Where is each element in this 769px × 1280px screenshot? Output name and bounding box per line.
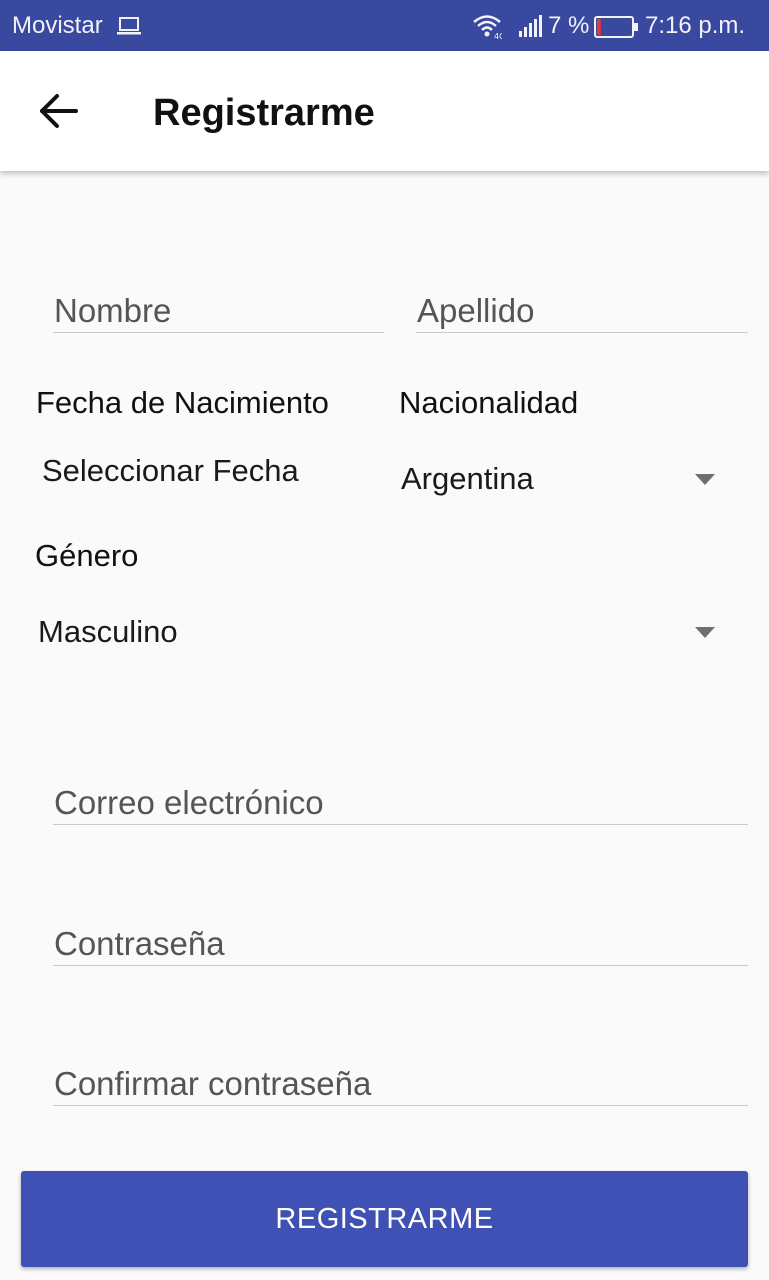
app-bar: Registrarme [0,51,769,171]
last-name-field[interactable]: Apellido [416,288,748,333]
battery-percent: 7 % [548,12,590,39]
nationality-label: Nacionalidad [399,385,579,420]
first-name-placeholder: Nombre [54,292,172,329]
first-name-field[interactable]: Nombre [53,288,384,333]
last-name-placeholder: Apellido [417,292,535,329]
chevron-down-icon [695,474,715,485]
select-date-button[interactable]: Seleccionar Fecha [42,452,299,490]
gender-dropdown[interactable]: Masculino [36,607,730,657]
laptop-icon [117,17,141,35]
password-field[interactable]: Contraseña [53,921,748,966]
gender-selected: Masculino [38,614,178,649]
clock: 7:16 p.m. [645,12,746,39]
svg-text:4G: 4G [494,32,502,39]
nationality-dropdown[interactable]: Argentina [400,455,730,505]
battery-icon [594,16,638,38]
password-placeholder: Contraseña [54,925,225,962]
confirm-password-placeholder: Confirmar contraseña [54,1065,372,1102]
signal-icon [519,15,542,37]
birth-date-label: Fecha de Nacimiento [36,385,329,420]
arrow-left-icon[interactable] [38,92,80,130]
email-field[interactable]: Correo electrónico [53,780,748,825]
status-bar: Movistar 4G 7 % 7:16 p.m. [0,0,769,51]
chevron-down-icon [695,627,715,638]
nationality-selected: Argentina [401,461,534,496]
gender-label: Género [35,538,139,573]
wifi-icon: 4G [473,15,502,39]
carrier-name: Movistar [12,12,103,39]
email-placeholder: Correo electrónico [54,784,324,821]
confirm-password-field[interactable]: Confirmar contraseña [53,1061,748,1106]
register-button[interactable]: REGISTRARME [21,1171,748,1267]
page-title: Registrarme [153,92,375,134]
